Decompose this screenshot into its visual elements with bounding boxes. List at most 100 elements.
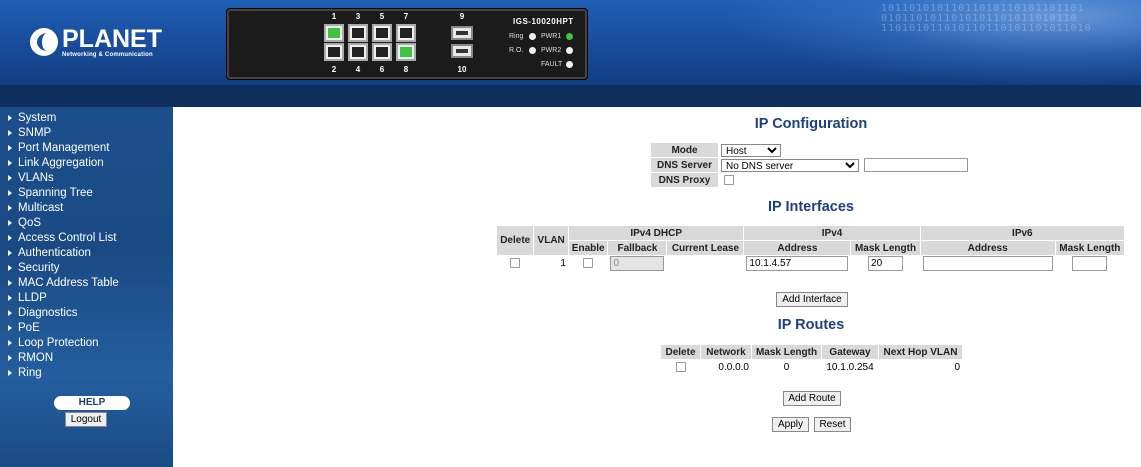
sidebar-item-link-aggregation[interactable]: Link Aggregation xyxy=(0,156,173,171)
sidebar-item-label: RMON xyxy=(18,352,54,364)
logout-button[interactable]: Logout xyxy=(65,412,107,427)
logo-name: PLANET xyxy=(62,25,162,53)
port-1-icon[interactable] xyxy=(324,24,344,42)
sidebar-item-ring[interactable]: Ring xyxy=(0,366,173,381)
reset-button[interactable]: Reset xyxy=(814,417,851,432)
sidebar-item-loop-protection[interactable]: Loop Protection xyxy=(0,336,173,351)
fallback-header: Fallback xyxy=(607,240,668,256)
ro-led-icon xyxy=(529,47,536,54)
dns-server-input[interactable] xyxy=(864,158,968,172)
table-row: 0.0.0.0 0 10.1.0.254 0 xyxy=(660,359,963,375)
sidebar-item-label: Loop Protection xyxy=(18,337,99,349)
apply-button[interactable]: Apply xyxy=(772,417,809,432)
sidebar-item-label: MAC Address Table xyxy=(18,277,119,289)
vlan-header: VLAN xyxy=(533,225,569,256)
sidebar-item-spanning-tree[interactable]: Spanning Tree xyxy=(0,186,173,201)
help-button[interactable]: HELP xyxy=(54,396,130,410)
sidebar-item-label: System xyxy=(18,112,57,124)
port-5-icon[interactable] xyxy=(372,24,392,42)
planet-logo: PLANET Networking & Communication xyxy=(30,27,162,61)
sidebar-item-label: Diagnostics xyxy=(18,307,78,319)
sidebar-item-lldp[interactable]: LLDP xyxy=(0,291,173,306)
port-number: 6 xyxy=(379,65,385,74)
ipv6-address-input[interactable] xyxy=(922,256,1053,271)
delete-header: Delete xyxy=(495,225,535,256)
sfp-port-10-icon[interactable] xyxy=(451,44,473,58)
led-label: R.O. xyxy=(509,47,524,54)
add-interface-button[interactable]: Add Interface xyxy=(776,292,848,307)
page: 10110101011011010110101101101 01011010110… xyxy=(0,0,1141,467)
table-row: 1 xyxy=(495,255,1126,272)
sidebar-item-label: Port Management xyxy=(18,142,110,154)
ipv6-mask-input[interactable] xyxy=(1072,256,1108,271)
header-subbar xyxy=(0,85,1141,107)
port-number: 2 xyxy=(331,65,337,74)
port-2-icon[interactable] xyxy=(324,43,344,61)
sidebar-item-label: Spanning Tree xyxy=(18,187,93,199)
led-label: PWR1 xyxy=(541,33,562,40)
sidebar-item-multicast[interactable]: Multicast xyxy=(0,201,173,216)
dns-server-select[interactable]: No DNS server xyxy=(721,158,859,172)
delete-checkbox[interactable] xyxy=(510,258,521,269)
sidebar-item-qos[interactable]: QoS xyxy=(0,216,173,231)
triangle-right-icon xyxy=(8,115,12,121)
triangle-right-icon xyxy=(8,175,12,181)
led-label: FAULT xyxy=(541,61,563,68)
ip-routes-title: IP Routes xyxy=(777,317,845,333)
route-delete-checkbox[interactable] xyxy=(675,361,686,372)
current-lease-value xyxy=(666,255,745,272)
sidebar-item-label: Security xyxy=(18,262,60,274)
route-gateway-value: 10.1.0.254 xyxy=(821,359,879,375)
sidebar-item-port-management[interactable]: Port Management xyxy=(0,141,173,156)
add-route-button[interactable]: Add Route xyxy=(783,391,841,406)
sidebar-item-system[interactable]: System xyxy=(0,111,173,126)
sidebar-item-poe[interactable]: PoE xyxy=(0,321,173,336)
port-number: 4 xyxy=(355,65,361,74)
ring-led-icon xyxy=(529,33,536,40)
device-panel: 1 3 5 7 9 2 4 6 8 10 IGS-10020HPT Ring P… xyxy=(227,9,587,79)
triangle-right-icon xyxy=(8,205,12,211)
sidebar-item-label: Multicast xyxy=(18,202,64,214)
pwr2-led-icon xyxy=(566,47,573,54)
led-label: PWR2 xyxy=(541,47,562,54)
sidebar-item-access-control-list[interactable]: Access Control List xyxy=(0,231,173,246)
ipv4-mask-input[interactable] xyxy=(868,256,904,271)
ipv4-dhcp-header: IPv4 DHCP xyxy=(567,225,745,241)
sidebar: System SNMP Port Management Link Aggregatio… xyxy=(0,107,173,467)
sidebar-item-mac-address-table[interactable]: MAC Address Table xyxy=(0,276,173,291)
route-delete-header: Delete xyxy=(660,344,701,360)
sidebar-item-authentication[interactable]: Authentication xyxy=(0,246,173,261)
ipv6-mask-length-header: Mask Length xyxy=(1054,240,1126,256)
dns-proxy-checkbox[interactable] xyxy=(724,174,734,185)
port-number: 3 xyxy=(355,12,361,21)
route-next-hop-vlan-value: 0 xyxy=(878,359,963,375)
ipv6-header: IPv6 xyxy=(919,225,1126,241)
ipv4-header: IPv4 xyxy=(743,225,921,241)
triangle-right-icon xyxy=(8,130,12,136)
triangle-right-icon xyxy=(8,250,12,256)
port-number: 8 xyxy=(403,65,409,74)
main-content: IP Configuration Mode Host DNS Server No… xyxy=(173,107,1141,467)
sidebar-item-diagnostics[interactable]: Diagnostics xyxy=(0,306,173,321)
sidebar-item-rmon[interactable]: RMON xyxy=(0,351,173,366)
port-6-icon[interactable] xyxy=(372,43,392,61)
sidebar-item-vlans[interactable]: VLANs xyxy=(0,171,173,186)
triangle-right-icon xyxy=(8,145,12,151)
fault-led-icon xyxy=(566,61,573,68)
ip-configuration-title: IP Configuration xyxy=(754,116,868,132)
logo-tagline: Networking & Communication xyxy=(62,52,153,58)
port-3-icon[interactable] xyxy=(348,24,368,42)
ipv4-address-input[interactable] xyxy=(746,256,849,271)
mode-select[interactable]: Host xyxy=(721,143,781,157)
globe-icon xyxy=(30,28,58,56)
port-4-icon[interactable] xyxy=(348,43,368,61)
port-8-icon[interactable] xyxy=(396,43,416,61)
sidebar-item-label: LLDP xyxy=(18,292,47,304)
ipv6-address-header: Address xyxy=(919,240,1056,256)
port-7-icon[interactable] xyxy=(396,24,416,42)
fallback-input[interactable] xyxy=(610,256,665,271)
sidebar-item-snmp[interactable]: SNMP xyxy=(0,126,173,141)
sidebar-item-security[interactable]: Security xyxy=(0,261,173,276)
sfp-port-9-icon[interactable] xyxy=(451,26,473,40)
dhcp-enable-checkbox[interactable] xyxy=(583,258,594,269)
